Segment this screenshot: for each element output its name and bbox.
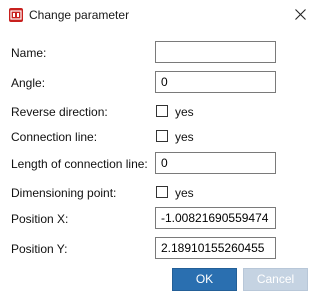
close-button[interactable] <box>282 0 318 30</box>
name-label: Name: <box>11 46 47 60</box>
title-bar: Change parameter <box>0 0 318 30</box>
ok-button[interactable]: OK <box>172 268 237 291</box>
dimensioning-point-label: Dimensioning point: <box>11 186 117 200</box>
change-parameter-dialog: Change parameter Name: Angle: 0 Reverse … <box>0 0 318 303</box>
position-y-input[interactable]: 2.18910155260455 <box>155 237 276 259</box>
position-x-input[interactable]: -1.00821690559474 <box>155 207 276 229</box>
reverse-direction-checkbox[interactable] <box>156 105 168 117</box>
position-x-row: Position X: -1.00821690559474 <box>0 207 318 231</box>
dimensioning-point-row: Dimensioning point: yes <box>0 181 318 205</box>
connection-line-yes-label[interactable]: yes <box>175 129 194 145</box>
angle-row: Angle: 0 <box>0 71 318 95</box>
position-y-row: Position Y: 2.18910155260455 <box>0 237 318 261</box>
position-y-label: Position Y: <box>11 242 68 256</box>
reverse-direction-row: Reverse direction: yes <box>0 100 318 124</box>
length-connection-line-label: Length of connection line: <box>11 157 148 171</box>
length-connection-line-row: Length of connection line: 0 <box>0 152 318 176</box>
app-logo-icon <box>9 8 23 22</box>
close-icon <box>295 9 306 20</box>
length-connection-line-input[interactable]: 0 <box>155 152 276 174</box>
dialog-title: Change parameter <box>29 8 130 22</box>
dimensioning-point-yes-label[interactable]: yes <box>175 185 194 201</box>
position-x-label: Position X: <box>11 212 69 226</box>
cancel-button[interactable]: Cancel <box>243 268 308 291</box>
angle-input[interactable]: 0 <box>155 71 276 93</box>
name-row: Name: <box>0 41 318 65</box>
connection-line-row: Connection line: yes <box>0 125 318 149</box>
name-input[interactable] <box>155 41 276 63</box>
reverse-direction-yes-label[interactable]: yes <box>175 104 194 120</box>
connection-line-checkbox[interactable] <box>156 130 168 142</box>
angle-label: Angle: <box>11 76 46 90</box>
connection-line-label: Connection line: <box>11 130 98 144</box>
reverse-direction-label: Reverse direction: <box>11 105 108 119</box>
dimensioning-point-checkbox[interactable] <box>156 186 168 198</box>
